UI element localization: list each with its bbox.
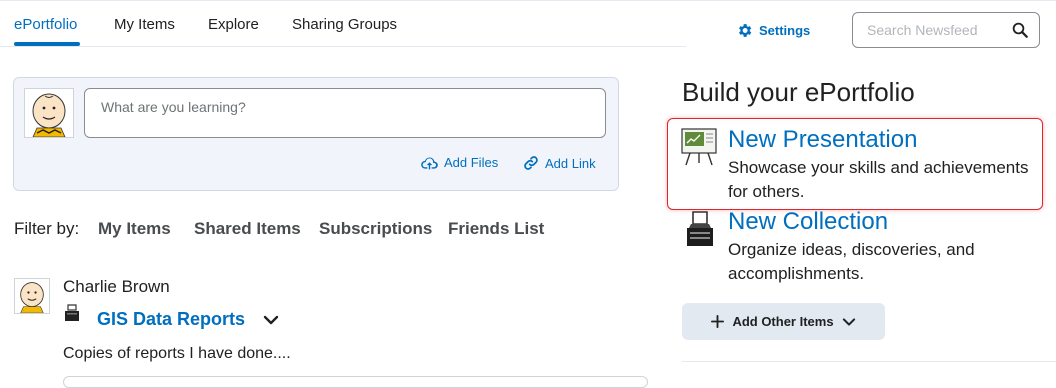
new-collection-description: Organize ideas, discoveries, and accompl… — [728, 240, 975, 283]
filter-label: Filter by: — [14, 219, 80, 238]
feed-item-title[interactable]: GIS Data Reports — [97, 309, 245, 330]
tab-my-items[interactable]: My Items — [114, 16, 175, 33]
add-files-label: Add Files — [444, 155, 499, 170]
cloud-upload-icon — [421, 157, 438, 169]
tab-sharing-groups[interactable]: Sharing Groups — [292, 16, 397, 33]
search-box — [852, 12, 1040, 48]
new-presentation-link[interactable]: New Presentation — [728, 126, 917, 154]
active-tab-indicator — [14, 42, 80, 46]
chevron-down-icon[interactable] — [263, 313, 279, 332]
filter-shared-items[interactable]: Shared Items — [194, 219, 301, 239]
filter-subscriptions[interactable]: Subscriptions — [319, 219, 432, 239]
add-other-items-button[interactable]: Add Other Items — [682, 303, 885, 340]
presentation-easel-icon — [680, 127, 718, 172]
divider — [682, 361, 1056, 362]
avatar — [24, 88, 74, 138]
feed-avatar — [14, 278, 50, 314]
tab-explore[interactable]: Explore — [208, 16, 259, 33]
add-link-label: Add Link — [545, 155, 596, 171]
feed-card — [63, 376, 648, 388]
tab-bar: ePortfolio My Items Explore Sharing Grou… — [0, 0, 686, 47]
settings-label: Settings — [759, 23, 811, 38]
binder-clip-icon — [685, 210, 715, 253]
search-input[interactable] — [865, 21, 1009, 39]
new-collection-link[interactable]: New Collection — [728, 208, 888, 236]
tab-eportfolio[interactable]: ePortfolio — [14, 16, 77, 33]
link-icon — [524, 156, 538, 170]
chevron-down-icon — [842, 317, 855, 326]
feed-author: Charlie Brown — [63, 277, 170, 296]
add-other-items-label: Add Other Items — [732, 314, 834, 329]
search-icon[interactable] — [1011, 21, 1029, 44]
build-title: Build your ePortfolio — [682, 77, 915, 107]
filter-friends-list[interactable]: Friends List — [448, 219, 544, 239]
plus-icon — [711, 315, 725, 328]
feed-item-description: Copies of reports I have done.... — [63, 345, 291, 362]
binder-clip-icon — [64, 304, 80, 327]
composer-input[interactable] — [99, 98, 583, 116]
composer-field — [84, 88, 606, 138]
filter-my-items[interactable]: My Items — [98, 219, 171, 239]
settings-button[interactable]: Settings — [736, 22, 810, 39]
add-files-button[interactable]: Add Files — [421, 155, 498, 170]
new-presentation-description: Showcase your skills and achievements fo… — [728, 158, 1029, 201]
charlie-brown-avatar-icon — [32, 93, 66, 137]
charlie-brown-avatar-icon — [20, 282, 44, 313]
gear-icon — [739, 24, 752, 37]
add-link-button[interactable]: Add Link — [523, 155, 596, 171]
